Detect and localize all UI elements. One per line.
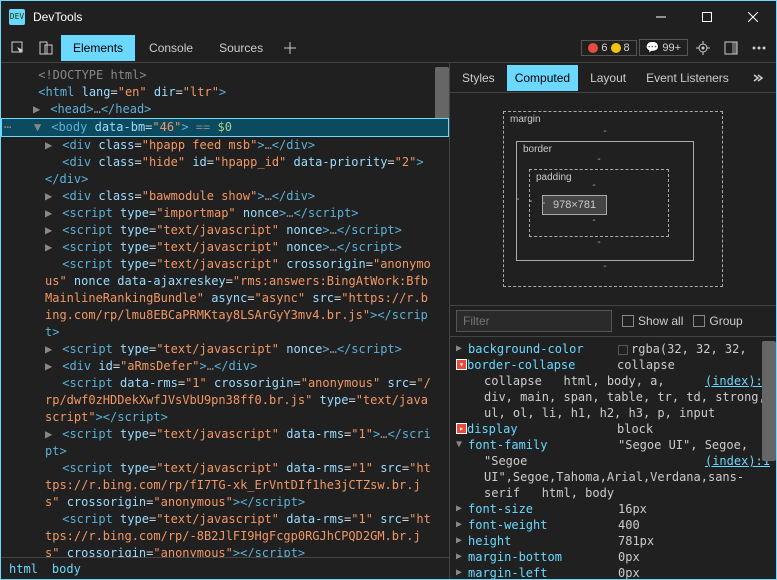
border-label: border: [523, 144, 552, 155]
property-sub: (index):1collapse html, body, a, div, ma…: [456, 373, 770, 421]
tab-elements[interactable]: Elements: [61, 35, 135, 61]
dom-node[interactable]: ▶ <script type="text/javascript" nonce>……: [1, 239, 449, 256]
warning-dot-icon: [611, 43, 621, 53]
messages-badge[interactable]: 💬99+: [639, 39, 688, 56]
error-dot-icon: [588, 43, 598, 53]
dom-node[interactable]: <div class="hide" id="hpapp_id" data-pri…: [1, 154, 449, 188]
dom-node[interactable]: ▶ <head>…</head>: [1, 101, 449, 118]
tab-layout[interactable]: Layout: [582, 65, 634, 91]
dom-node[interactable]: <!DOCTYPE html>: [1, 67, 449, 84]
dom-panel: <!DOCTYPE html> <html lang="en" dir="ltr…: [1, 63, 450, 579]
add-tab-icon[interactable]: [277, 35, 303, 61]
errors-warnings-badge[interactable]: 6 8: [581, 40, 636, 56]
dom-node[interactable]: ▶ <script type="importmap" nonce>…</scri…: [1, 205, 449, 222]
tab-console[interactable]: Console: [137, 35, 205, 61]
settings-icon[interactable]: [690, 35, 716, 61]
breadcrumb-html[interactable]: html: [9, 562, 38, 576]
computed-properties[interactable]: ▶background-colorrgba(32, 32, 32,▾border…: [450, 337, 776, 579]
tab-event-listeners[interactable]: Event Listeners: [638, 65, 737, 91]
breadcrumb-body[interactable]: body: [52, 562, 81, 576]
property-row[interactable]: ▶background-colorrgba(32, 32, 32,: [456, 341, 770, 357]
tabs-overflow-icon[interactable]: [744, 67, 772, 89]
property-row[interactable]: ▶height781px: [456, 533, 770, 549]
devtools-window: DEV DevTools Elements Console Sources 6 …: [0, 0, 777, 580]
dom-node[interactable]: <script data-rms="1" crossorigin="anonym…: [1, 375, 449, 426]
dom-node[interactable]: ▶ <script type="text/javascript" nonce>……: [1, 222, 449, 239]
scrollbar[interactable]: [762, 341, 776, 461]
dom-node[interactable]: ▶ <div class="hpapp feed msb">…</div>: [1, 137, 449, 154]
device-icon[interactable]: [33, 35, 59, 61]
app-icon: DEV: [9, 9, 25, 25]
dom-node[interactable]: ▶ <script type="text/javascript" data-rm…: [1, 426, 449, 460]
checkbox-icon: [622, 315, 634, 327]
error-count: 6: [601, 42, 607, 54]
property-row[interactable]: ▸displayblock: [456, 421, 770, 437]
source-link[interactable]: (index):1: [695, 373, 770, 389]
inspect-icon[interactable]: [5, 35, 31, 61]
window-controls: [638, 1, 776, 33]
side-tabs: Styles Computed Layout Event Listeners: [450, 63, 776, 93]
filter-bar: Show all Group: [450, 305, 776, 337]
minimize-button[interactable]: [638, 1, 684, 33]
tab-sources[interactable]: Sources: [207, 35, 275, 61]
dom-node[interactable]: ▶ <div id="aRmsDefer">…</div>: [1, 358, 449, 375]
dom-node[interactable]: <script type="text/javascript" crossorig…: [1, 256, 449, 341]
breadcrumb: html body: [1, 557, 449, 579]
maximize-button[interactable]: [684, 1, 730, 33]
warning-count: 8: [624, 42, 630, 54]
titlebar: DEV DevTools: [1, 1, 776, 33]
tab-computed[interactable]: Computed: [507, 65, 578, 91]
showall-checkbox[interactable]: Show all: [622, 314, 683, 328]
box-model[interactable]: margin - - border - - padding -: [450, 93, 776, 305]
tab-styles[interactable]: Styles: [454, 65, 503, 91]
chat-icon: 💬: [646, 41, 660, 54]
close-button[interactable]: [730, 1, 776, 33]
dom-node[interactable]: <script type="text/javascript" data-rms=…: [1, 460, 449, 511]
dock-icon[interactable]: [718, 35, 744, 61]
dom-node[interactable]: <script type="text/javascript" data-rms=…: [1, 511, 449, 557]
main-toolbar: Elements Console Sources 6 8 💬99+: [1, 33, 776, 63]
property-row[interactable]: ▾border-collapsecollapse: [456, 357, 770, 373]
dom-node[interactable]: ▶ <div class="bawmodule show">…</div>: [1, 188, 449, 205]
dom-tree[interactable]: <!DOCTYPE html> <html lang="en" dir="ltr…: [1, 63, 449, 557]
property-row[interactable]: ▶margin-left0px: [456, 565, 770, 579]
filter-input[interactable]: [456, 310, 612, 332]
dom-node[interactable]: ⋯▼ <body data-bm="46"> == $0: [1, 118, 449, 137]
property-sub: (index):1"Segoe UI",Segoe,Tahoma,Arial,V…: [456, 453, 770, 501]
more-icon[interactable]: [746, 35, 772, 61]
window-title: DevTools: [33, 10, 638, 24]
property-row[interactable]: ▶font-size16px: [456, 501, 770, 517]
side-panel: Styles Computed Layout Event Listeners m…: [450, 63, 776, 579]
margin-label: margin: [510, 114, 541, 125]
dom-node[interactable]: <html lang="en" dir="ltr">: [1, 84, 449, 101]
property-row[interactable]: ▼font-family"Segoe UI", Segoe,: [456, 437, 770, 453]
source-link[interactable]: (index):1: [695, 453, 770, 469]
dom-node[interactable]: ▶ <script type="text/javascript" nonce>……: [1, 341, 449, 358]
padding-label: padding: [536, 172, 572, 183]
content-size: 978×781: [542, 195, 607, 215]
message-count: 99+: [662, 42, 681, 54]
property-row[interactable]: ▶font-weight400: [456, 517, 770, 533]
main-area: <!DOCTYPE html> <html lang="en" dir="ltr…: [1, 63, 776, 579]
checkbox-icon: [693, 315, 705, 327]
group-checkbox[interactable]: Group: [693, 314, 742, 328]
property-row[interactable]: ▶margin-bottom0px: [456, 549, 770, 565]
